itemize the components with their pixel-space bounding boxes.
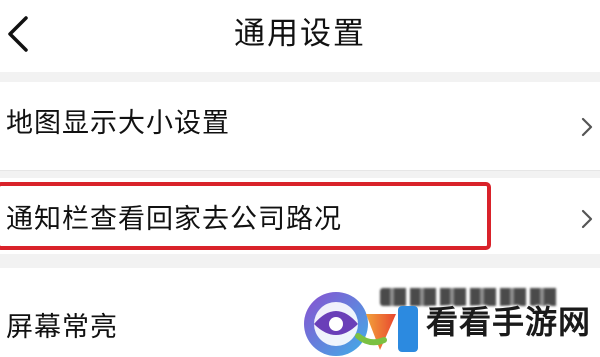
chevron-right-icon [581,209,593,229]
section-gap [0,72,600,82]
setting-label: 屏幕常亮 [6,312,118,343]
page-title: 通用设置 [234,16,366,52]
kankan-logo [304,292,418,356]
watermark-text: 看看手游网 [426,303,592,341]
header-bar: 通用设置 [0,0,600,72]
watermark: 看看手游网 [300,262,600,357]
chevron-right-icon [581,117,593,137]
setting-row-map-size[interactable]: 地图显示大小设置 [0,82,600,170]
settings-screen: 通用设置 地图显示大小设置 通知栏查看回家去公司路况 屏幕常亮 看看手游网 [0,0,600,357]
section-gap [0,170,600,178]
setting-label: 地图显示大小设置 [6,108,230,139]
highlight-box [0,182,491,250]
divider [0,170,600,171]
